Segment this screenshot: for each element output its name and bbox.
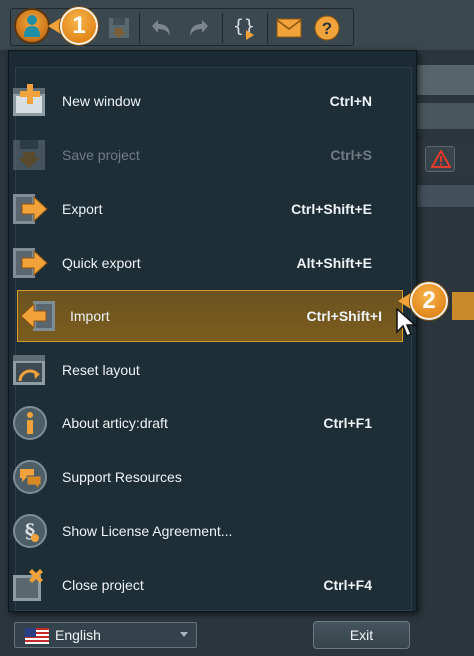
chevron-down-icon [180,632,188,637]
save-toolbar-button[interactable] [103,12,135,44]
menu-item-label: Reset layout [62,362,140,378]
menu-item-shortcut: Alt+Shift+E [296,255,372,271]
exit-button[interactable]: Exit [313,621,410,649]
script-button[interactable]: {} [229,12,261,44]
language-label: English [55,627,101,643]
mail-button[interactable] [273,12,305,44]
menu-item-label: Save project [62,147,140,163]
menu-item-quick-export[interactable]: Quick export Alt+Shift+E [10,238,396,288]
toolbar-separator [222,13,223,43]
undo-button[interactable] [145,12,177,44]
menu-item-support-resources[interactable]: Support Resources [10,452,396,502]
warning-icon [431,150,451,168]
callout-number: 1 [60,7,98,45]
menu-item-shortcut: Ctrl+S [330,147,372,163]
svg-text:?: ? [322,19,332,38]
support-icon [12,459,48,495]
menu-item-save-project[interactable]: Save project Ctrl+S [10,130,396,180]
help-icon: ? [314,15,340,41]
license-icon: § [12,513,48,549]
user-icon [24,15,40,37]
warning-button[interactable] [425,146,455,172]
new-window-icon [12,83,48,119]
close-project-icon [12,567,48,603]
menu-item-shortcut: Ctrl+Shift+I [306,308,382,324]
menu-item-label: New window [62,93,141,109]
menu-item-label: Show License Agreement... [62,523,233,539]
mouse-cursor-icon [396,308,417,338]
menu-item-label: About articy:draft [62,415,168,431]
export-icon [12,191,48,227]
redo-icon [190,20,208,36]
background-header [410,65,474,95]
menu-item-new-window[interactable]: New window Ctrl+N [10,76,396,126]
menu-item-shortcut: Ctrl+F4 [323,577,372,593]
toolbar-separator [267,13,268,43]
info-icon [12,405,48,441]
menu-item-shortcut: Ctrl+N [329,93,372,109]
menu-item-label: Support Resources [62,469,182,485]
language-select[interactable]: English [14,622,197,648]
menu-item-about[interactable]: About articy:draft Ctrl+F1 [10,398,396,448]
save-project-icon [12,137,48,173]
undo-icon [152,20,170,36]
menu-item-shortcut: Ctrl+Shift+E [291,201,372,217]
user-menu-button[interactable] [14,8,50,44]
mail-icon [276,18,302,38]
menu-item-license-agreement[interactable]: § Show License Agreement... [10,506,396,556]
menu-item-label: Quick export [62,255,141,271]
menu-item-import[interactable]: Import Ctrl+Shift+I [17,290,403,342]
import-icon [20,298,56,334]
quick-export-icon [12,245,48,281]
menu-item-close-project[interactable]: Close project Ctrl+F4 [10,560,396,610]
menu-item-reset-layout[interactable]: Reset layout [10,345,396,395]
background-row [410,103,474,129]
menu-item-shortcut: Ctrl+F1 [323,415,372,431]
toolbar-separator [139,13,140,43]
background-selected-row [452,292,474,320]
menu-item-label: Close project [62,577,144,593]
menu-item-label: Import [70,308,110,324]
help-button[interactable]: ? [311,12,343,44]
us-flag-icon [25,628,49,644]
background-row [410,185,474,207]
redo-button[interactable] [183,12,215,44]
save-icon [109,18,129,38]
script-icon: {} [233,16,255,40]
callout-1: 1 [48,7,98,45]
menu-item-export[interactable]: Export Ctrl+Shift+E [10,184,396,234]
menu-item-label: Export [62,201,103,217]
reset-layout-icon [12,352,48,388]
